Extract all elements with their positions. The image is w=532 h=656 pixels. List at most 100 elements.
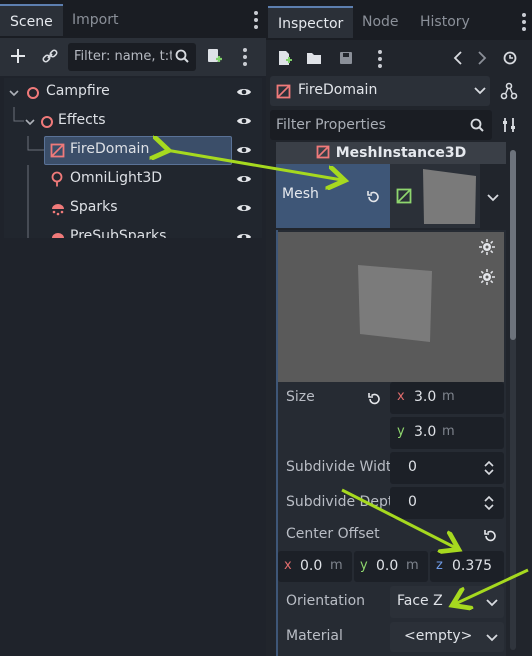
new-resource-icon[interactable] [274, 48, 294, 68]
mesh-label: Mesh [282, 186, 319, 202]
inspector-settings-icon[interactable] [498, 114, 520, 136]
center-offset-x-field[interactable]: x 0.0 m [278, 551, 352, 582]
chevron-down-icon [486, 634, 498, 642]
history-forward-icon[interactable] [474, 48, 490, 68]
tree-label-firedomain: FireDomain [70, 141, 150, 157]
size-label: Size [286, 389, 315, 405]
particles-icon [52, 233, 64, 238]
object-selector[interactable]: FireDomain [270, 76, 490, 106]
tab-scene[interactable]: Scene [0, 4, 63, 36]
tree-row-effects[interactable]: Effects [4, 107, 262, 136]
mesh-dropdown-chevron-icon[interactable] [482, 188, 504, 208]
class-name: MeshInstance3D [335, 145, 467, 161]
particles-icon [52, 204, 64, 216]
size-x-field[interactable]: x 3.0 m [390, 382, 504, 414]
center-offset-y-value: 0.0 [376, 558, 399, 574]
orientation-dropdown[interactable]: Face Z [390, 586, 504, 618]
spinner-arrows-icon[interactable] [484, 495, 494, 511]
inspector-scroll-thumb[interactable] [510, 150, 516, 340]
visibility-eye-icon[interactable] [236, 143, 252, 157]
mesh-resource-picker[interactable] [390, 164, 480, 228]
revert-icon[interactable] [366, 190, 380, 204]
inspector-dock-menu-icon[interactable] [522, 13, 526, 34]
revert-icon[interactable] [367, 392, 381, 406]
filter-properties-input[interactable]: Filter Properties [270, 110, 492, 140]
size-y-value: 3.0 [414, 424, 437, 440]
chevron-down-icon[interactable] [24, 116, 36, 128]
scene-dock-menu-icon[interactable] [254, 11, 258, 32]
history-icon[interactable] [500, 48, 520, 68]
material-label: Material [286, 628, 343, 644]
center-offset-z-value: 0.375 [452, 558, 493, 574]
center-offset-y-unit: m [406, 558, 419, 573]
resource-menu-icon[interactable] [378, 50, 382, 71]
class-section-header[interactable]: MeshInstance3D [276, 142, 506, 164]
light-2-toggle-icon[interactable] [478, 268, 496, 286]
tree-guide-line [27, 223, 29, 238]
mesh-preview-plane [278, 232, 504, 382]
orientation-label: Orientation [286, 593, 366, 609]
tree-guide-line [27, 194, 29, 223]
spinner-arrows-icon[interactable] [484, 460, 494, 476]
subdivide-width-field[interactable]: 0 [390, 452, 504, 484]
subdivide-depth-field[interactable]: 0 [390, 487, 504, 519]
instance-scene-link-icon[interactable] [38, 44, 62, 68]
axis-z-label: z [436, 558, 443, 573]
mesh-instance-icon [50, 143, 65, 158]
omni-light-icon [51, 171, 63, 187]
node3d-icon [27, 87, 39, 99]
chevron-down-icon [474, 87, 486, 95]
search-icon [172, 46, 192, 66]
visibility-eye-icon[interactable] [236, 172, 252, 186]
material-picker[interactable]: <empty> [390, 622, 504, 652]
subdivide-depth-label: Subdivide Dept [286, 494, 394, 510]
mesh-property-label-area[interactable]: Mesh [276, 164, 390, 228]
axis-y-label: y [397, 424, 405, 439]
center-offset-z-field[interactable]: z 0.375 [430, 551, 504, 582]
tab-inspector[interactable]: Inspector [268, 6, 354, 38]
mesh-thumbnail [420, 166, 478, 226]
tab-import[interactable]: Import [62, 4, 128, 36]
plane-mesh-icon [396, 188, 412, 204]
center-offset-y-field[interactable]: y 0.0 m [354, 551, 428, 582]
scene-toolbar-menu-icon[interactable] [243, 48, 247, 69]
size-y-unit: m [442, 424, 455, 439]
mesh-instance-icon [316, 145, 330, 159]
axis-x-label: x [397, 389, 405, 404]
revert-icon[interactable] [483, 529, 497, 543]
scene-dock-tabbar: Scene Import [0, 0, 266, 38]
object-name: FireDomain [298, 82, 378, 98]
visibility-eye-icon[interactable] [236, 201, 252, 215]
tree-row-presubsparks[interactable]: PreSubSparks [4, 223, 262, 238]
light-1-toggle-icon[interactable] [478, 238, 496, 256]
scene-dock-empty-area [0, 238, 266, 656]
tree-label-effects: Effects [58, 112, 106, 128]
tree-label-sparks: Sparks [70, 199, 118, 215]
visibility-eye-icon[interactable] [236, 114, 252, 128]
add-node-icon[interactable] [6, 44, 30, 68]
mesh-preview-viewport[interactable] [278, 232, 504, 382]
size-y-field[interactable]: y 3.0 m [390, 417, 504, 449]
inspector-tabbar: Inspector Node History [266, 0, 532, 40]
axis-x-label: x [284, 558, 292, 573]
open-folder-icon[interactable] [304, 48, 324, 68]
tree-label-omnilight3d: OmniLight3D [70, 170, 163, 186]
save-icon[interactable] [336, 48, 356, 68]
tree-row-sparks[interactable]: Sparks [4, 194, 262, 223]
tree-row-firedomain[interactable]: FireDomain [4, 136, 262, 165]
tree-row-omnilight3d[interactable]: OmniLight3D [4, 165, 262, 194]
tab-history[interactable]: History [410, 6, 480, 38]
subdivide-depth-value: 0 [408, 494, 417, 510]
tree-row-campfire[interactable]: Campfire [4, 78, 262, 107]
visibility-eye-icon[interactable] [236, 85, 252, 99]
chevron-down-icon[interactable] [8, 87, 20, 99]
search-icon [468, 116, 486, 134]
visibility-eye-icon[interactable] [236, 230, 252, 238]
object-properties-menu-icon[interactable] [498, 80, 520, 102]
history-back-icon[interactable] [450, 48, 466, 68]
tab-node[interactable]: Node [352, 6, 409, 38]
node3d-icon [41, 116, 53, 128]
material-value: <empty> [404, 628, 473, 644]
attach-script-icon[interactable] [202, 44, 226, 68]
size-x-unit: m [442, 389, 455, 404]
